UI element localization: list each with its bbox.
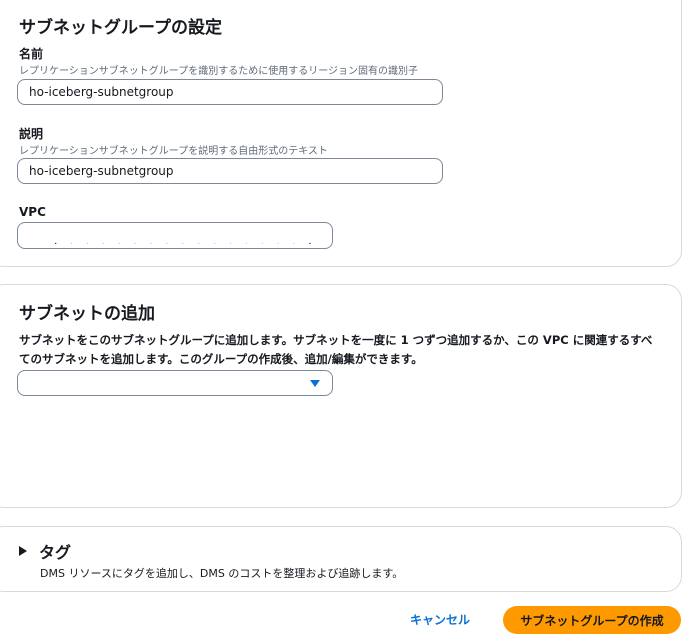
add-subnets-panel: サブネットの追加 サブネットをこのサブネットグループに追加します。サブネットを一… [0,284,682,508]
tags-title: タグ [39,543,72,562]
tags-panel: タグ DMS リソースにタグを追加し、DMS のコストを整理および追跡します。 [0,526,682,592]
description-input[interactable] [17,158,443,184]
subnet-select[interactable] [17,370,333,396]
vpc-field[interactable]: . . . . . . . . . . . . . . . . . [17,222,333,249]
caret-right-icon [19,546,27,556]
name-description: レプリケーションサブネットグループを識別するために使用するリージョン固有の識別子 [19,66,418,77]
page: サブネットグループの設定 名前 レプリケーションサブネットグループを識別するため… [0,0,690,641]
subnets-title: サブネットの追加 [19,304,155,324]
subnet-group-settings-panel: サブネットグループの設定 名前 レプリケーションサブネットグループを識別するため… [0,0,682,267]
vpc-label: VPC [19,205,46,219]
cancel-button[interactable]: キャンセル [410,611,470,628]
description-label: 説明 [19,127,44,141]
caret-down-icon [310,380,320,387]
vpc-redacted-text: . . . . . . . . . . . . . . . [57,236,309,247]
name-label: 名前 [19,47,44,61]
settings-title: サブネットグループの設定 [19,18,222,38]
subnets-description: サブネットをこのサブネットグループに追加します。サブネットを一度に 1 つずつ追… [19,333,653,366]
description-description: レプリケーションサブネットグループを説明する自由形式のテキスト [19,146,328,157]
tags-expand-toggle[interactable]: タグ [19,539,71,563]
tags-description: DMS リソースにタグを追加し、DMS のコストを整理および追跡します。 [40,567,404,580]
create-subnet-group-button[interactable]: サブネットグループの作成 [503,606,681,634]
vpc-value-end: . [308,236,312,247]
name-input[interactable] [17,79,443,105]
